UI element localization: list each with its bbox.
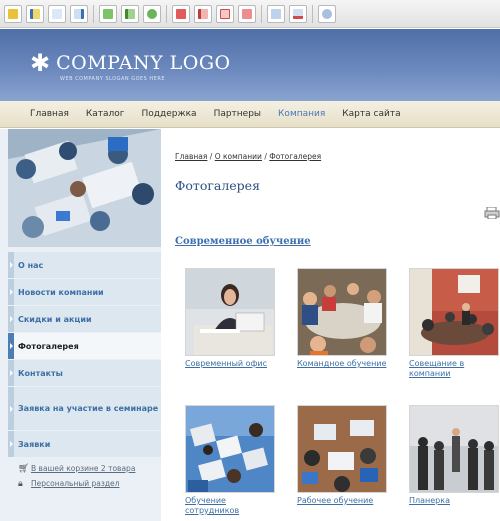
sidebar-item-label: Новости компании [18,287,104,297]
arrow-right-icon [10,441,13,447]
cart-icon: 🛒︎ [18,464,30,474]
folder-icon[interactable] [4,4,22,23]
editor-toolbar [0,0,500,28]
gallery-photo-team-training[interactable] [297,268,387,356]
remove-page-icon[interactable] [238,4,256,23]
sidebar-item-about[interactable]: О нас [8,252,161,278]
sidebar-item-news[interactable]: Новости компании [8,279,161,305]
cart-link[interactable]: 🛒︎ В вашей корзине 2 товара [18,464,158,474]
site-header: ✱ COMPANY LOGO WEB COMPANY SLOGAN GOES H… [0,29,500,101]
lock-icon: 🔒︎ [18,479,23,489]
sidebar-item-label: Скидки и акции [18,314,92,324]
topnav-item-company[interactable]: Компания [278,109,325,119]
logo-slogan: WEB COMPANY SLOGAN GOES HERE [60,76,165,82]
gallery-photo-company-meeting[interactable] [409,268,499,356]
breadcrumb-separator: / [264,152,267,161]
logo-star-icon: ✱ [30,49,51,77]
sidebar-item-contacts[interactable]: Контакты [8,360,161,386]
breadcrumb-home[interactable]: Главная [175,152,207,161]
topnav-item-partners[interactable]: Партнеры [214,109,261,119]
new-page-icon[interactable] [48,4,66,23]
sidebar-item-label: Заявка на участие в семинаре [18,404,159,413]
topnav-item-home[interactable]: Главная [30,109,69,119]
gallery-caption[interactable]: Совещание в компании [409,359,499,379]
arrow-right-icon [10,316,13,322]
breadcrumb-company[interactable]: О компании [215,152,262,161]
logo-text: COMPANY LOGO [56,52,231,74]
breadcrumb-photogallery[interactable]: Фотогалерея [269,152,321,161]
personal-section-label: Персональный раздел [31,479,120,488]
edit-template-icon[interactable] [194,4,212,23]
sidebar-menu: О нас Новости компании Скидки и акции Фо… [8,252,161,458]
arrow-right-icon [10,405,13,412]
sidebar-item-photogallery[interactable]: Фотогалерея [8,333,161,359]
gallery-item[interactable]: Рабочее обучение [297,405,387,506]
arrow-right-icon [10,289,13,295]
sidebar-item-requests[interactable]: Заявки [8,431,161,457]
sidebar-links: 🛒︎ В вашей корзине 2 товара 🔒︎ Персональ… [18,464,158,494]
topnav-item-support[interactable]: Поддержка [142,109,197,119]
gallery-photo-staff-training[interactable] [185,405,275,493]
arrow-right-icon [10,262,13,268]
gallery-caption[interactable]: Командное обучение [297,359,387,369]
gallery-photo-briefing[interactable] [409,405,499,493]
component-settings-icon[interactable] [143,4,161,23]
gallery-photo-work-training[interactable] [297,405,387,493]
top-navigation: Главная Каталог Поддержка Партнеры Компа… [0,101,500,128]
edit-component-icon[interactable] [121,4,139,23]
gallery-caption[interactable]: Современный офис [185,359,275,369]
toolbar-separator [261,4,262,23]
breadcrumb: Главная / О компании / Фотогалерея [175,152,321,161]
settings-icon[interactable] [318,4,336,23]
print-icon[interactable] [484,204,500,220]
page-title: Фотогалерея [175,178,260,193]
gallery-item[interactable]: Обучение сотрудников [185,405,275,516]
sidebar-office-photo [8,129,161,247]
sidebar-item-label: О нас [18,260,44,270]
gallery-caption[interactable]: Рабочее обучение [297,496,387,506]
breadcrumb-separator: / [209,152,213,161]
sidebar-item-label: Фотогалерея [18,341,79,351]
page-info-icon[interactable] [267,4,285,23]
toolbar-separator [166,4,167,23]
gallery-item[interactable]: Командное обучение [297,268,387,369]
add-component-icon[interactable] [99,4,117,23]
delete-page-icon[interactable] [172,4,190,23]
gallery-item[interactable]: Современный офис [185,268,275,369]
page-statistics-icon[interactable] [289,4,307,23]
toolbar-separator [312,4,313,23]
gallery-caption[interactable]: Обучение сотрудников [185,496,275,516]
copy-page-icon[interactable] [216,4,234,23]
arrow-right-icon [10,343,13,349]
sidebar-item-discounts[interactable]: Скидки и акции [8,306,161,332]
arrow-right-icon [10,370,13,376]
personal-section-link[interactable]: 🔒︎ Персональный раздел [18,479,158,489]
cart-link-label: В вашей корзине 2 товара [31,464,136,473]
edit-page-icon[interactable] [26,4,44,23]
gallery-section-title[interactable]: Современное обучение [175,236,311,247]
sidebar: О нас Новости компании Скидки и акции Фо… [0,129,161,521]
sidebar-item-seminar-request[interactable]: Заявка на участие в семинаре [8,387,161,430]
topnav-item-sitemap[interactable]: Карта сайта [342,109,400,119]
company-logo[interactable]: ✱ COMPANY LOGO [30,51,231,75]
sidebar-item-label: Заявки [18,439,51,449]
toolbar-separator [93,4,94,23]
page-properties-icon[interactable] [70,4,88,23]
sidebar-item-label: Контакты [18,368,63,378]
topnav-item-catalog[interactable]: Каталог [86,109,125,119]
gallery-item[interactable]: Совещание в компании [409,268,499,379]
gallery-item[interactable]: Планерка [409,405,499,506]
gallery-caption[interactable]: Планерка [409,496,499,506]
gallery-photo-modern-office[interactable] [185,268,275,356]
